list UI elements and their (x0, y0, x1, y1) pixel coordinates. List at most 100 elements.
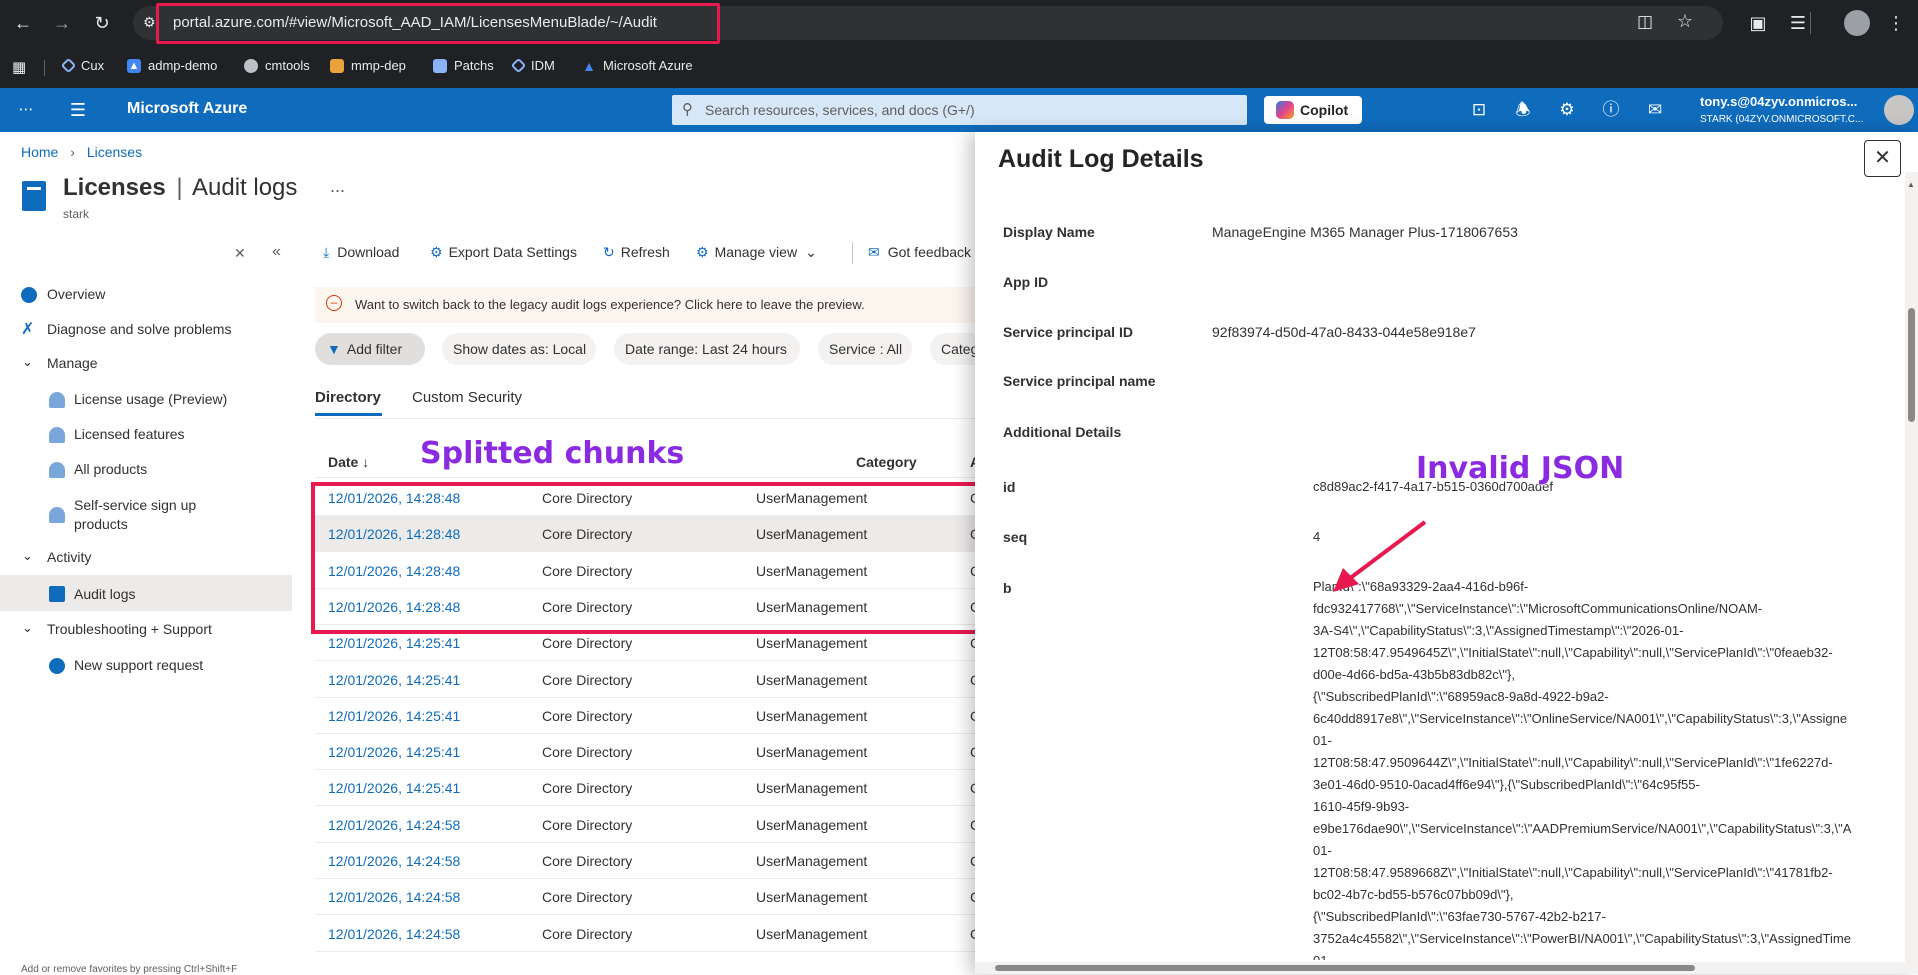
more-menu-icon[interactable]: ⋮ (1884, 11, 1908, 35)
export-data-settings-button[interactable]: ⚙Export Data Settings (430, 244, 577, 261)
cell-date[interactable]: 12/01/2026, 14:24:58 (328, 926, 460, 942)
breadcrumb-home[interactable]: Home (21, 144, 58, 160)
bookmark-patchs[interactable]: Patchs (433, 58, 494, 73)
sidebar-item-overview[interactable]: Overview (47, 286, 105, 302)
tab-directory[interactable]: Directory (315, 389, 381, 406)
panel-vertical-scrollbar[interactable]: ▲ (1905, 172, 1918, 962)
table-row[interactable]: 12/01/2026, 14:25:41Core DirectoryUserMa… (315, 770, 975, 806)
media-icon[interactable]: ☰ (1786, 11, 1810, 35)
annotation-splitted-chunks: Splitted chunks (420, 436, 684, 471)
troubleshooting-chevron-icon[interactable]: ⌄ (22, 620, 33, 636)
portal-menu-grid-icon[interactable]: ⋯ (14, 98, 38, 122)
manage-chevron-icon[interactable]: ⌄ (22, 354, 33, 370)
refresh-button[interactable]: ↻Refresh (603, 244, 670, 261)
notifications-bell-icon[interactable]: 🕭 (1511, 98, 1535, 122)
apps-grid-icon[interactable]: ▦ (12, 58, 26, 76)
filter-pill-dates[interactable]: Show dates as: Local (442, 333, 596, 365)
cell-date[interactable]: 12/01/2026, 14:25:41 (328, 672, 460, 688)
bookmark-mmp-dep[interactable]: mmp-dep (330, 58, 406, 73)
sidebar-item-audit-logs-active[interactable] (0, 575, 292, 611)
bookmark-cux[interactable]: Cux (63, 58, 104, 73)
cell-date[interactable]: 12/01/2026, 14:24:58 (328, 817, 460, 833)
copilot-button[interactable]: Copilot (1264, 96, 1362, 124)
page-title-sub: Audit logs (192, 174, 297, 201)
collapse-sidebar-icon[interactable]: « (272, 243, 281, 261)
brand-title[interactable]: Microsoft Azure (127, 100, 247, 118)
tab-custom-security[interactable]: Custom Security (412, 389, 522, 406)
manage-view-button[interactable]: ⚙Manage view⌄ (696, 244, 817, 261)
sidebar-item-audit-logs[interactable]: Audit logs (74, 586, 135, 602)
cell-service: Core Directory (542, 780, 632, 796)
column-header-date[interactable]: Date ↓ (328, 454, 369, 470)
bookmark-idm[interactable]: IDM (513, 58, 555, 73)
add-filter-button[interactable]: ▼Add filter (315, 333, 425, 365)
help-icon[interactable]: ⓘ (1599, 98, 1623, 122)
feedback-icon[interactable]: ✉ (1643, 98, 1667, 122)
cell-category: UserManagement (756, 635, 867, 651)
sidebar-group-manage[interactable]: Manage (47, 355, 98, 371)
back-icon[interactable]: ← (11, 11, 35, 35)
table-row[interactable]: 12/01/2026, 14:24:58Core DirectoryUserMa… (315, 807, 975, 843)
json-line: 01- (1313, 840, 1332, 862)
more-actions-button[interactable]: ... (330, 176, 345, 197)
table-row[interactable]: 12/01/2026, 14:24:58Core DirectoryUserMa… (315, 916, 975, 952)
sidebar-item-diagnose[interactable]: Diagnose and solve problems (47, 321, 231, 337)
bookmark-label: Patchs (454, 58, 494, 73)
install-app-icon[interactable]: ◫ (1637, 12, 1653, 32)
breadcrumb-licenses[interactable]: Licenses (87, 144, 142, 160)
reload-icon[interactable]: ↻ (90, 11, 114, 35)
clear-search-icon[interactable]: ✕ (234, 245, 246, 262)
table-row[interactable]: 12/01/2026, 14:25:41Core DirectoryUserMa… (315, 698, 975, 734)
column-header-category[interactable]: Category (856, 454, 917, 470)
globe-icon (244, 59, 258, 73)
profile-avatar[interactable] (1844, 10, 1870, 36)
sidebar-group-activity[interactable]: Activity (47, 549, 91, 565)
bookmark-admp-demo[interactable]: ▲admp-demo (127, 58, 217, 73)
extensions-icon[interactable]: ▣ (1746, 11, 1770, 35)
scrollbar-thumb[interactable] (1908, 308, 1915, 422)
activity-chevron-icon[interactable]: ⌄ (22, 548, 33, 564)
hamburger-icon[interactable]: ☰ (66, 98, 90, 122)
cell-date[interactable]: 12/01/2026, 14:24:58 (328, 853, 460, 869)
breadcrumb: Home › Licenses (21, 144, 142, 160)
cell-date[interactable]: 12/01/2026, 14:25:41 (328, 635, 460, 651)
global-search-input[interactable]: ⚲ Search resources, services, and docs (… (672, 95, 1247, 125)
sidebar-item-license-usage[interactable]: License usage (Preview) (74, 391, 227, 407)
field-label-service-principal-name: Service principal name (1003, 373, 1156, 389)
table-row[interactable]: 12/01/2026, 14:25:41Core DirectoryUserMa… (315, 662, 975, 698)
settings-gear-icon[interactable]: ⚙ (1555, 98, 1579, 122)
cloud-shell-icon[interactable]: ⊡ (1467, 98, 1491, 122)
table-row[interactable]: 12/01/2026, 14:24:58Core DirectoryUserMa… (315, 843, 975, 879)
hscroll-thumb[interactable] (995, 965, 1695, 971)
filter-icon: ▼ (327, 341, 341, 357)
download-button[interactable]: ⤓Download (323, 244, 399, 261)
sidebar-group-troubleshooting[interactable]: Troubleshooting + Support (47, 621, 212, 637)
sidebar-item-self-service[interactable]: Self-service sign up (74, 497, 196, 513)
field-label-display-name: Display Name (1003, 224, 1095, 240)
cell-date[interactable]: 12/01/2026, 14:25:41 (328, 708, 460, 724)
account-name[interactable]: tony.s@04zyv.onmicros... (1700, 94, 1857, 109)
table-row[interactable]: 12/01/2026, 14:25:41Core DirectoryUserMa… (315, 734, 975, 770)
bookmark-star-icon[interactable]: ☆ (1677, 11, 1693, 32)
user-icon (49, 507, 65, 523)
bookmark-cmtools[interactable]: cmtools (244, 58, 310, 73)
filter-pill-date-range[interactable]: Date range: Last 24 hours (614, 333, 800, 365)
site-info-icon[interactable]: ⚙ (143, 14, 156, 31)
cell-date[interactable]: 12/01/2026, 14:25:41 (328, 780, 460, 796)
feedback-button[interactable]: ✉Got feedback (868, 244, 971, 261)
legacy-banner[interactable]: – Want to switch back to the legacy audi… (315, 287, 975, 323)
scroll-up-icon[interactable]: ▲ (1907, 180, 1915, 189)
panel-horizontal-scrollbar[interactable] (975, 962, 1918, 974)
sidebar-item-licensed-features[interactable]: Licensed features (74, 426, 185, 442)
close-panel-button[interactable]: ✕ (1864, 140, 1901, 177)
bookmark-microsoft-azure[interactable]: ▲Microsoft Azure (582, 58, 693, 73)
account-avatar[interactable] (1884, 95, 1914, 125)
filter-pill-service[interactable]: Service : All (818, 333, 912, 365)
cell-date[interactable]: 12/01/2026, 14:25:41 (328, 744, 460, 760)
sidebar-item-all-products[interactable]: All products (74, 461, 147, 477)
sidebar-item-self-service-line2[interactable]: products (74, 516, 128, 532)
table-row[interactable]: 12/01/2026, 14:24:58Core DirectoryUserMa… (315, 879, 975, 915)
forward-icon[interactable]: → (50, 11, 74, 35)
cell-date[interactable]: 12/01/2026, 14:24:58 (328, 889, 460, 905)
sidebar-item-new-support-request[interactable]: New support request (74, 657, 203, 673)
